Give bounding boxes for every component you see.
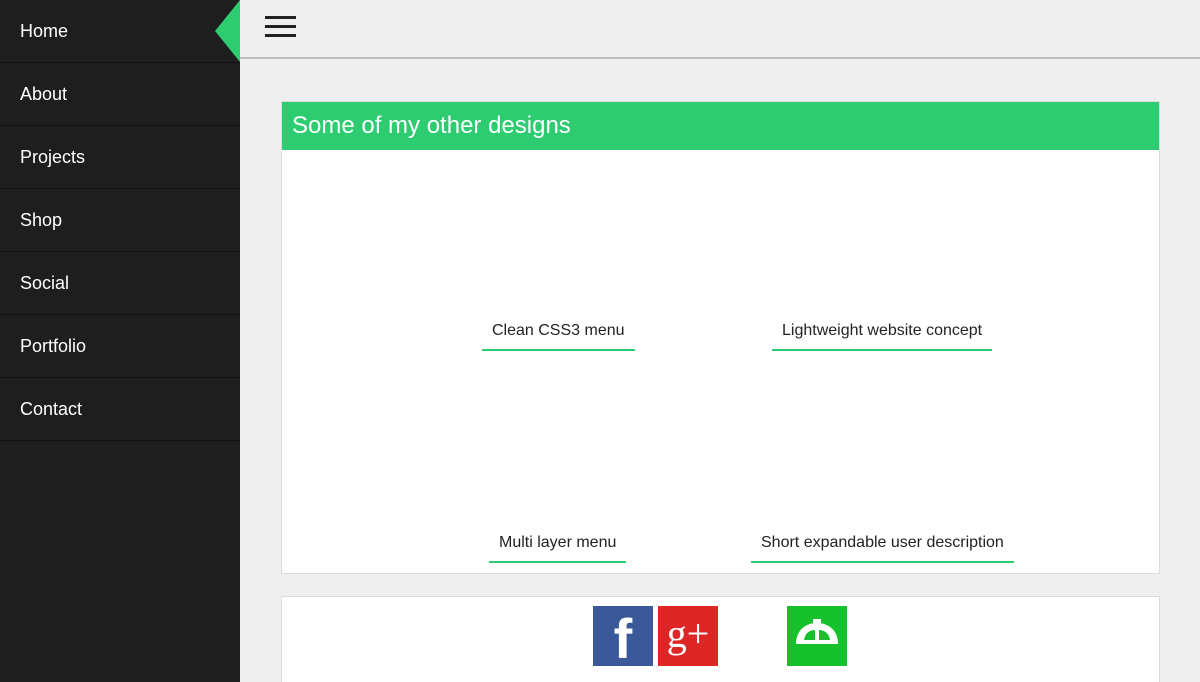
designs-panel-title: Some of my other designs [282, 102, 1159, 150]
designs-panel: Some of my other designs Clean CSS3 menu… [281, 101, 1160, 574]
sidebar-item-label: Home [20, 21, 69, 41]
social-panel: f g+ [281, 596, 1160, 682]
google-plus-icon[interactable]: g+ [658, 606, 718, 666]
sidebar-nav: Home About Projects Shop Social Portfoli… [0, 0, 240, 682]
design-link-short-expandable-user-description[interactable]: Short expandable user description [751, 534, 1014, 563]
sidebar-item-label: Portfolio [20, 336, 87, 356]
google-plus-glyph: g+ [666, 611, 710, 656]
sidebar-item-label: Projects [20, 147, 86, 167]
design-link-multi-layer-menu[interactable]: Multi layer menu [489, 534, 627, 563]
sidebar-item-projects[interactable]: Projects [0, 126, 240, 189]
deviantart-icon[interactable] [787, 606, 847, 666]
top-bar [240, 0, 1200, 59]
sidebar-item-shop[interactable]: Shop [0, 189, 240, 252]
sidebar-item-label: About [20, 84, 68, 104]
sidebar-item-about[interactable]: About [0, 63, 240, 126]
hamburger-icon[interactable] [265, 16, 297, 40]
sidebar-item-home[interactable]: Home [0, 0, 240, 63]
sidebar-item-label: Social [20, 273, 70, 293]
sidebar-item-portfolio[interactable]: Portfolio [0, 315, 240, 378]
sidebar-item-contact[interactable]: Contact [0, 378, 240, 441]
design-link-clean-css3-menu[interactable]: Clean CSS3 menu [482, 322, 635, 351]
sidebar-item-label: Contact [20, 399, 83, 419]
facebook-glyph: f [613, 607, 633, 670]
facebook-icon[interactable]: f [593, 606, 653, 670]
sidebar-item-label: Shop [20, 210, 63, 230]
design-link-lightweight-website-concept[interactable]: Lightweight website concept [772, 322, 993, 351]
sidebar-item-social[interactable]: Social [0, 252, 240, 315]
